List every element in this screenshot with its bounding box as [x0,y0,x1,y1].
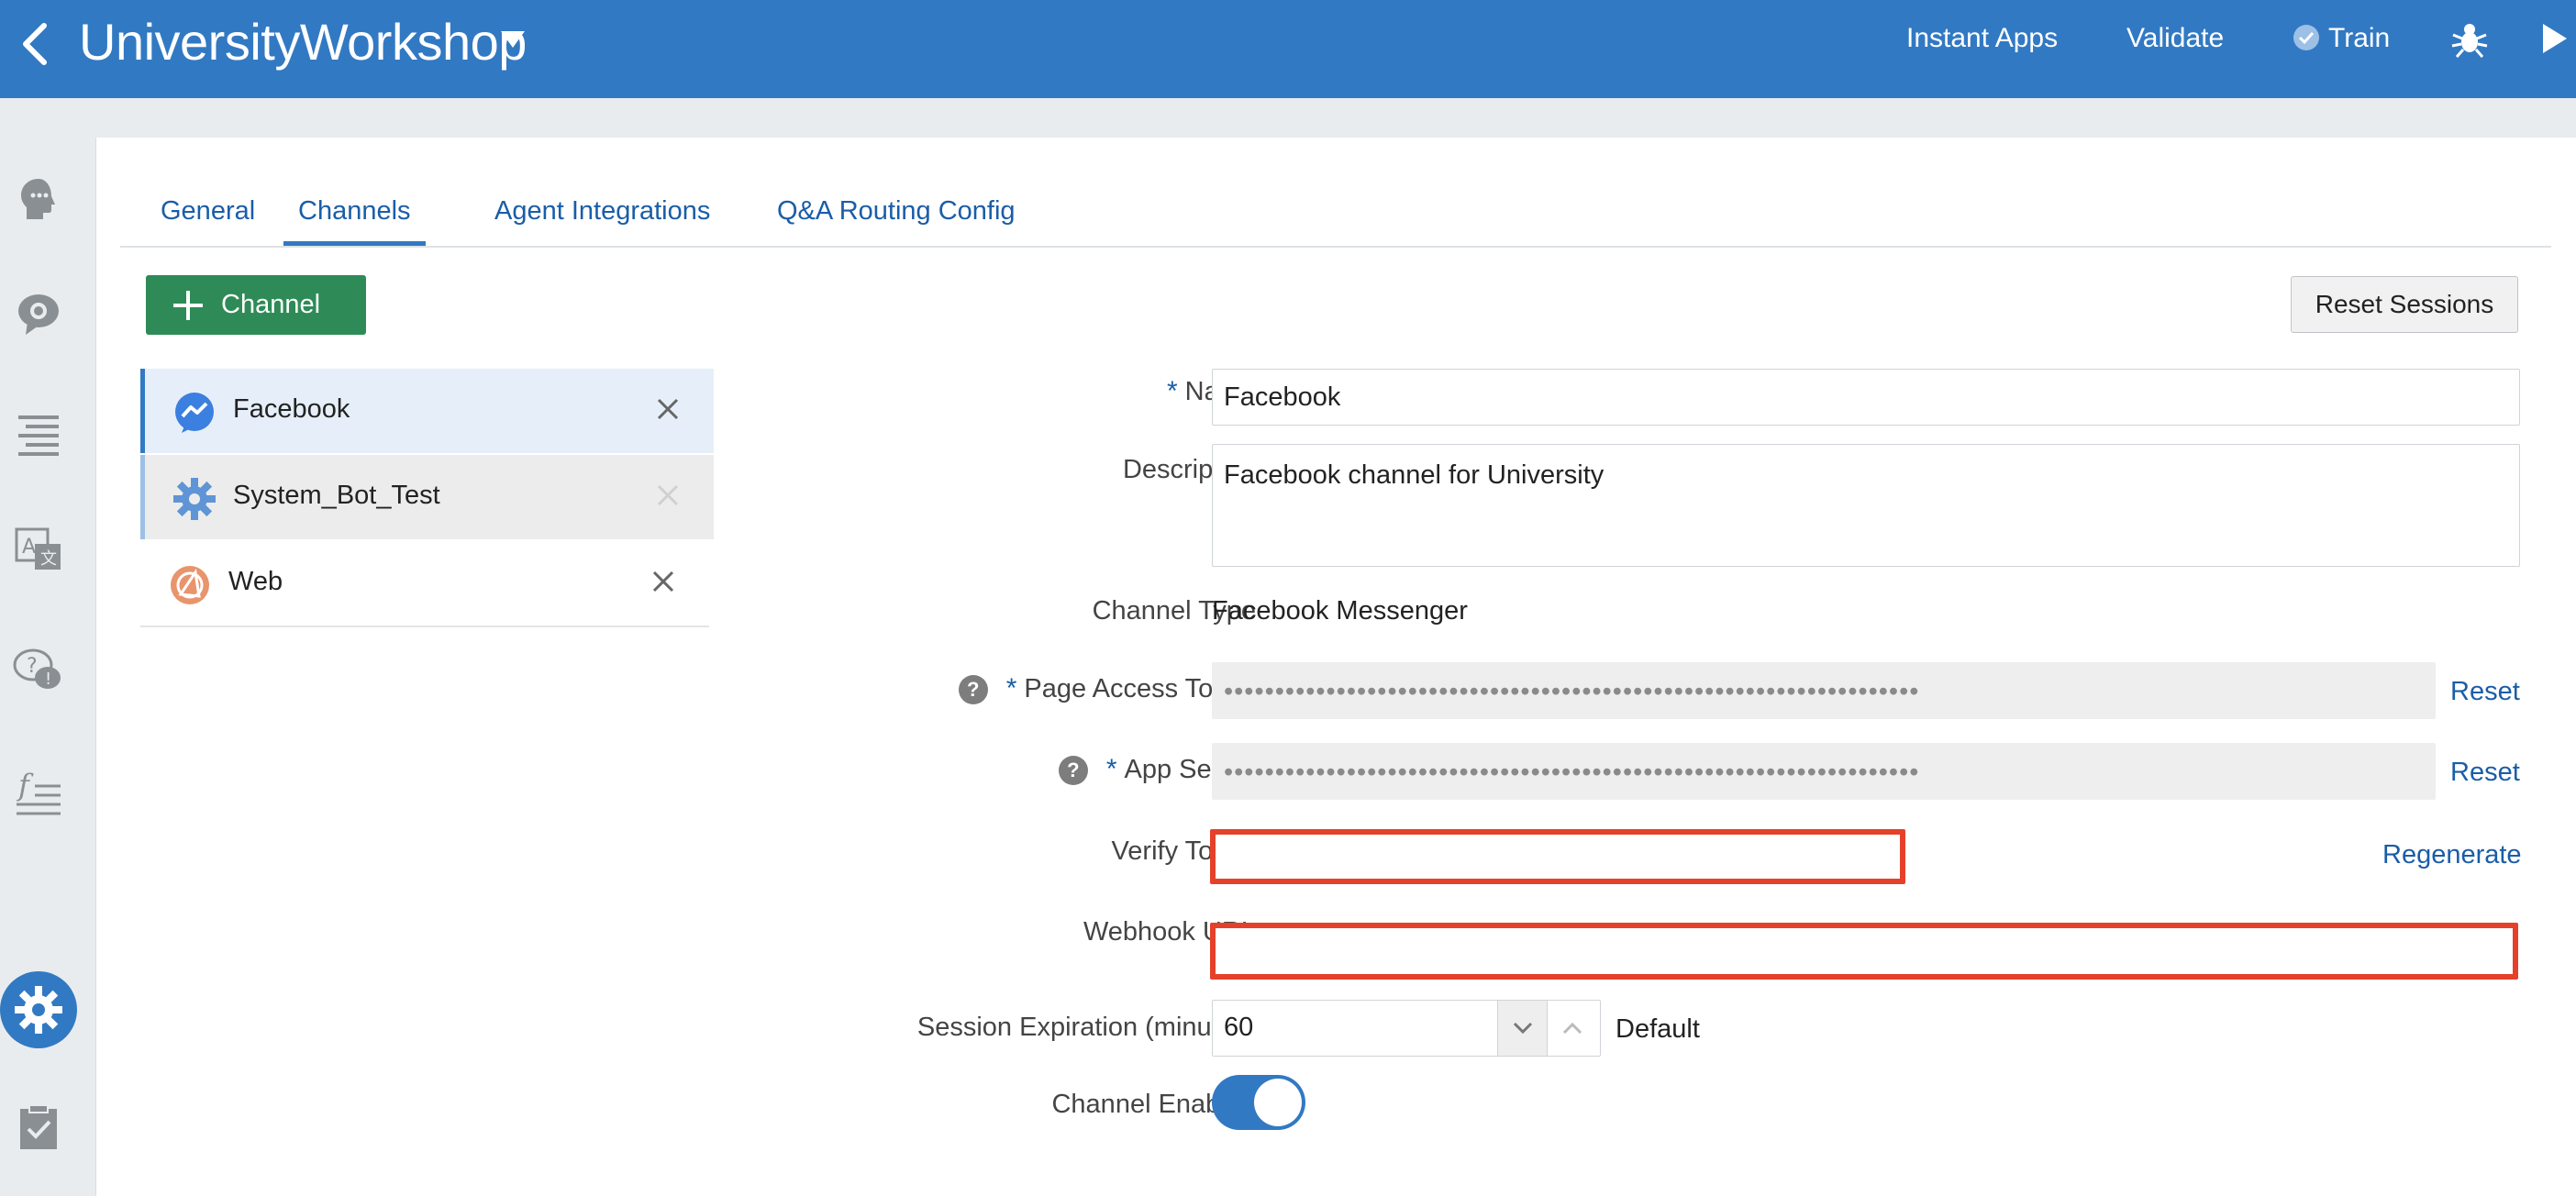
close-icon[interactable] [655,482,681,508]
chevron-down-icon [1513,1022,1533,1035]
webhook-url-field[interactable] [1210,923,2518,980]
name-input[interactable]: Facebook [1212,369,2520,426]
svg-text:f: f [17,770,34,803]
settings-gear-icon[interactable] [11,982,66,1037]
web-channel-icon [171,566,209,604]
train-link[interactable]: Train [2328,22,2390,55]
session-expiration-label: Session Expiration (minutes) [916,1013,1256,1042]
svg-text:A: A [22,536,36,559]
reset-sessions-button[interactable]: Reset Sessions [2291,276,2518,333]
required-marker: * [1166,376,1178,406]
reset-page-access-token-link[interactable]: Reset [2450,677,2520,707]
close-icon[interactable] [655,396,681,422]
tab-agent-integrations[interactable]: Agent Integrations [494,185,710,246]
channel-name: System_Bot_Test [233,481,440,510]
function-icon[interactable]: f [11,766,66,821]
channel-item-web[interactable]: Web [140,541,709,627]
add-channel-button[interactable]: Channel [146,275,366,335]
description-textarea[interactable]: Facebook channel for University [1212,444,2520,567]
svg-text:!: ! [45,670,51,689]
chevron-up-icon [1562,1022,1582,1035]
messenger-icon [175,393,214,433]
qna-bubble-icon[interactable]: ?! [11,643,66,698]
channel-name: Web [228,567,283,596]
required-marker: * [1105,754,1117,784]
bot-title[interactable]: UniversityWorkshop [79,13,527,72]
required-marker: * [1005,673,1017,703]
clipboard-check-icon[interactable] [11,1100,66,1155]
flows-lines-icon[interactable] [11,406,66,461]
gear-icon [173,478,216,520]
translate-icon[interactable]: A文 [11,522,66,577]
tab-qna-routing-config[interactable]: Q&A Routing Config [777,185,1016,246]
channel-item-facebook[interactable]: Facebook [140,369,714,453]
add-channel-label: Channel [221,290,321,319]
verify-token-field[interactable] [1210,829,1905,884]
play-icon[interactable] [2541,22,2569,55]
side-navigation: A文 ?! f [0,98,77,1196]
bug-icon[interactable] [2449,18,2490,59]
tab-general[interactable]: General [161,185,255,246]
svg-text:文: 文 [40,549,57,569]
toggle-knob [1254,1079,1302,1126]
channel-type-value: Facebook Messenger [1212,596,1468,626]
entity-bubble-icon[interactable] [11,287,66,342]
increment-button[interactable] [1547,1001,1597,1056]
app-header: UniversityWorkshop Instant Apps Validate… [0,0,2576,98]
instant-apps-link[interactable]: Instant Apps [1906,22,2058,55]
session-expiration-stepper[interactable]: 60 [1212,1000,1601,1057]
check-circle-icon [2293,25,2319,50]
app-secret-input[interactable]: ••••••••••••••••••••••••••••••••••••••••… [1212,743,2436,800]
close-icon[interactable] [650,569,676,594]
help-icon[interactable]: ? [958,675,988,705]
main-panel: General Channels Agent Integrations Q&A … [95,138,2576,1196]
dropdown-caret-icon[interactable] [499,28,527,51]
regenerate-link[interactable]: Regenerate [2382,840,2522,870]
validate-link[interactable]: Validate [2126,22,2224,55]
channel-enabled-toggle[interactable] [1212,1075,1305,1130]
settings-tabs: General Channels Agent Integrations Q&A … [120,185,2551,248]
default-label: Default [1616,1014,1700,1044]
decrement-button[interactable] [1497,1001,1548,1056]
session-expiration-value: 60 [1224,1013,1254,1042]
plus-icon [173,290,203,320]
tab-channels[interactable]: Channels [283,185,426,246]
reset-app-secret-link[interactable]: Reset [2450,758,2520,788]
channel-item-system-bot-test[interactable]: System_Bot_Test [140,455,714,539]
intent-head-icon[interactable] [11,172,66,227]
help-icon[interactable]: ? [1058,756,1088,786]
back-chevron-icon[interactable] [17,17,53,72]
channel-name: Facebook [233,394,350,424]
page-access-token-input[interactable]: ••••••••••••••••••••••••••••••••••••••••… [1212,662,2436,719]
